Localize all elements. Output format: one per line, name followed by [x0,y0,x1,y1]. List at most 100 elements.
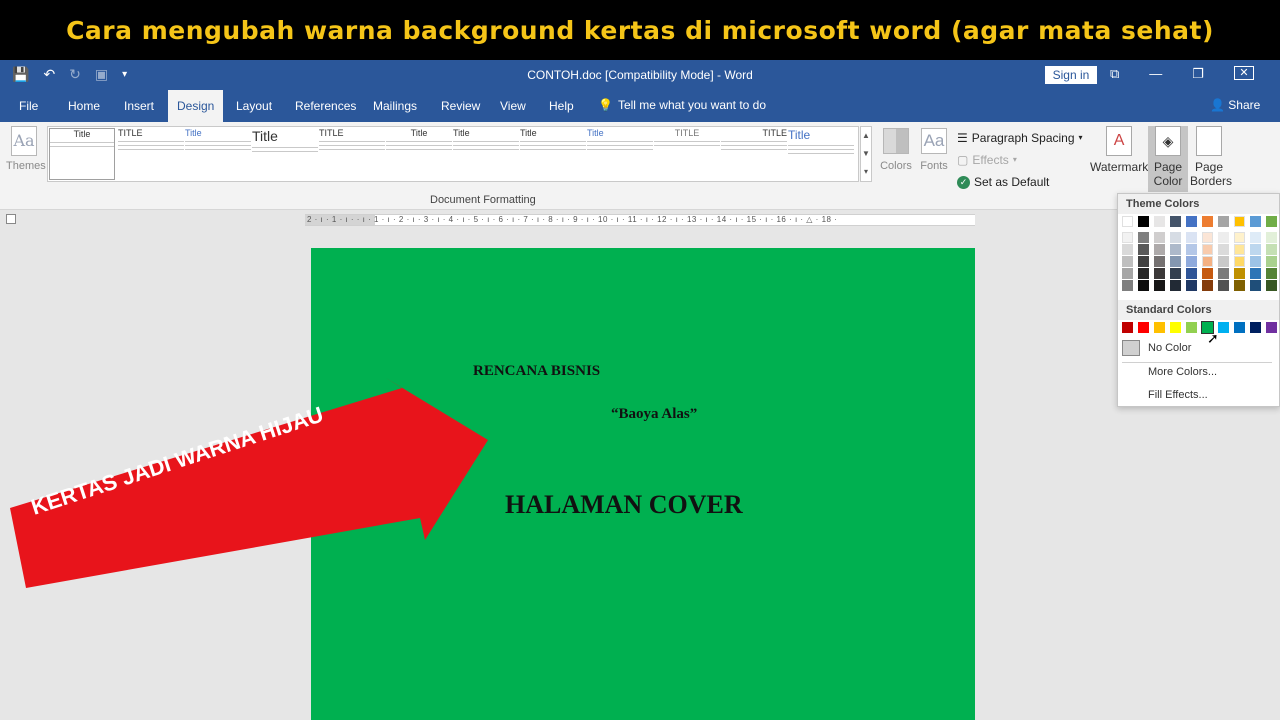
tab-mailings[interactable]: Mailings [364,90,426,122]
document-page[interactable]: RENCANA BISNIS “Baoya Alas” HALAMAN COVE… [311,248,975,720]
color-swatch[interactable] [1250,268,1261,279]
style-set-thumb[interactable]: Title [788,128,854,180]
color-swatch[interactable] [1138,268,1149,279]
close-icon[interactable]: ✕ [1233,66,1254,80]
color-swatch[interactable] [1138,280,1149,291]
color-swatch[interactable] [1122,268,1133,279]
style-set-thumb[interactable]: TITLE [721,128,787,180]
themes-button[interactable]: Aa Themes [6,126,46,172]
color-swatch[interactable] [1138,216,1149,227]
color-swatch[interactable] [1186,244,1197,255]
color-swatch[interactable] [1250,244,1261,255]
tab-help[interactable]: Help [540,90,583,122]
color-swatch[interactable] [1186,268,1197,279]
color-swatch[interactable] [1266,216,1277,227]
gallery-scroll-buttons[interactable]: ▲ ▼ ▾ [860,126,872,182]
style-set-thumb[interactable]: Title [185,128,251,180]
color-swatch[interactable] [1202,256,1213,267]
color-swatch[interactable] [1266,256,1277,267]
color-swatch[interactable] [1266,244,1277,255]
color-swatch[interactable] [1202,232,1213,243]
color-swatch[interactable] [1186,216,1197,227]
color-swatch[interactable] [1186,256,1197,267]
color-swatch-red[interactable] [1138,322,1149,333]
share-button[interactable]: 👤 Share [1210,98,1260,112]
color-swatch[interactable] [1234,256,1245,267]
style-set-thumb[interactable]: TITLE [654,128,720,180]
color-swatch[interactable] [1266,232,1277,243]
color-swatch[interactable] [1234,216,1245,227]
color-swatch[interactable] [1170,232,1181,243]
color-swatch[interactable] [1170,280,1181,291]
color-swatch[interactable] [1122,256,1133,267]
color-swatch[interactable] [1138,232,1149,243]
style-set-thumb[interactable]: TITLE [319,128,385,180]
color-swatch[interactable] [1154,216,1165,227]
effects-button[interactable]: ▢ Effects ▾ [957,149,1083,171]
style-set-thumb[interactable]: Title [49,128,115,180]
horizontal-ruler[interactable]: 2 · ı · 1 · ı · · ı · 1 · ı · 2 · ı · 3 … [305,214,975,226]
tab-insert[interactable]: Insert [115,90,163,122]
color-swatch[interactable] [1154,268,1165,279]
color-swatch[interactable] [1170,216,1181,227]
color-swatch[interactable] [1154,232,1165,243]
tab-design[interactable]: Design [168,90,224,122]
color-swatch[interactable] [1218,256,1229,267]
color-swatch[interactable] [1122,232,1133,243]
color-swatch[interactable] [1234,232,1245,243]
restore-icon[interactable]: ❐ [1192,66,1204,82]
style-set-thumb[interactable]: Title [520,128,586,180]
color-swatch[interactable] [1122,280,1133,291]
color-swatch[interactable] [1170,268,1181,279]
color-swatch[interactable] [1186,232,1197,243]
style-set-thumb[interactable]: Title [453,128,519,180]
color-swatch[interactable] [1186,280,1197,291]
page-borders-button[interactable]: Page Borders [1190,126,1232,188]
color-swatch[interactable] [1250,216,1261,227]
tab-selector[interactable] [6,214,16,224]
style-set-thumb[interactable]: Title [587,128,653,180]
color-swatch[interactable] [1218,244,1229,255]
colors-button[interactable]: Colors [880,128,912,172]
color-swatch[interactable] [1250,256,1261,267]
color-swatch[interactable] [1122,244,1133,255]
style-set-thumb[interactable]: Title [386,128,452,180]
color-swatch[interactable] [1266,268,1277,279]
color-swatch[interactable] [1250,280,1261,291]
set-as-default-button[interactable]: ✓ Set as Default [957,171,1083,193]
color-swatch-light-blue[interactable] [1218,322,1229,333]
color-swatch[interactable] [1202,216,1213,227]
color-swatch[interactable] [1122,216,1133,227]
color-swatch[interactable] [1202,280,1213,291]
color-swatch[interactable] [1218,232,1229,243]
tab-view[interactable]: View [491,90,535,122]
color-swatch-dark-red[interactable] [1122,322,1133,333]
color-swatch[interactable] [1138,256,1149,267]
tab-layout[interactable]: Layout [227,90,281,122]
color-swatch[interactable] [1250,232,1261,243]
tab-references[interactable]: References [286,90,365,122]
style-set-thumb[interactable]: Title [252,128,318,180]
color-swatch[interactable] [1234,244,1245,255]
color-swatch-blue[interactable] [1234,322,1245,333]
color-swatch[interactable] [1218,216,1229,227]
color-swatch-light-green[interactable] [1186,322,1197,333]
color-swatch[interactable] [1154,256,1165,267]
color-swatch[interactable] [1154,244,1165,255]
color-swatch[interactable] [1170,256,1181,267]
color-swatch[interactable] [1218,280,1229,291]
color-swatch[interactable] [1218,268,1229,279]
no-color-swatch[interactable] [1122,340,1140,356]
color-swatch[interactable] [1266,280,1277,291]
color-swatch-purple[interactable] [1266,322,1277,333]
tab-home[interactable]: Home [59,90,109,122]
style-set-thumb[interactable]: TITLE [118,128,184,180]
color-swatch[interactable] [1234,268,1245,279]
fonts-button[interactable]: Aa Fonts [918,128,950,172]
color-swatch[interactable] [1202,268,1213,279]
no-color-option[interactable]: No Color [1148,342,1191,354]
tab-file[interactable]: File [10,90,47,122]
tell-me-search[interactable]: 💡 Tell me what you want to do [598,98,766,112]
color-swatch[interactable] [1170,244,1181,255]
color-swatch[interactable] [1234,280,1245,291]
